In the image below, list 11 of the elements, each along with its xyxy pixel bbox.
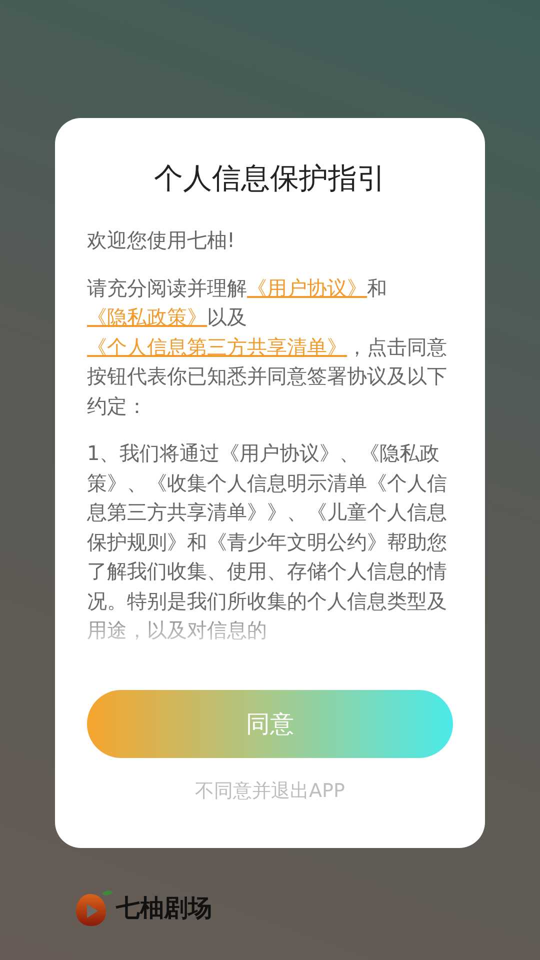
logo-icon [74, 888, 114, 928]
consent-text: 请充分阅读并理解《用户协议》和 《隐私政策》以及 《个人信息第三方共享清单》，点击同意按钮代表你已知悉并同意签署协议及以下约定： [87, 274, 448, 420]
agreement-link[interactable]: 《用户协议》 [247, 276, 367, 300]
agreement-link[interactable]: 《隐私政策》 [87, 305, 207, 329]
terms-text: 1、我们将通过《用户协议》、《隐私政策》、《收集个人信息明示清单《个人信息第三方共享清单》》、《儿童个人信息保护规则》和《青少年文明公约》帮助您了解我们收集、使用、存储个人信息的情况。特别是我们所收集的个人信息类型及用途，以及对信息的 [87, 440, 448, 644]
agreement-link[interactable]: 《个人信息第三方共享清单》 [87, 334, 347, 358]
agree-button[interactable]: 同意 [87, 690, 453, 758]
decline-link[interactable]: 不同意并退出APP [195, 778, 345, 804]
greeting-text: 欢迎您使用七柚! [87, 227, 236, 254]
dialog-title: 个人信息保护指引 [153, 160, 387, 197]
brand-name: 七柚剧场 [116, 893, 212, 924]
